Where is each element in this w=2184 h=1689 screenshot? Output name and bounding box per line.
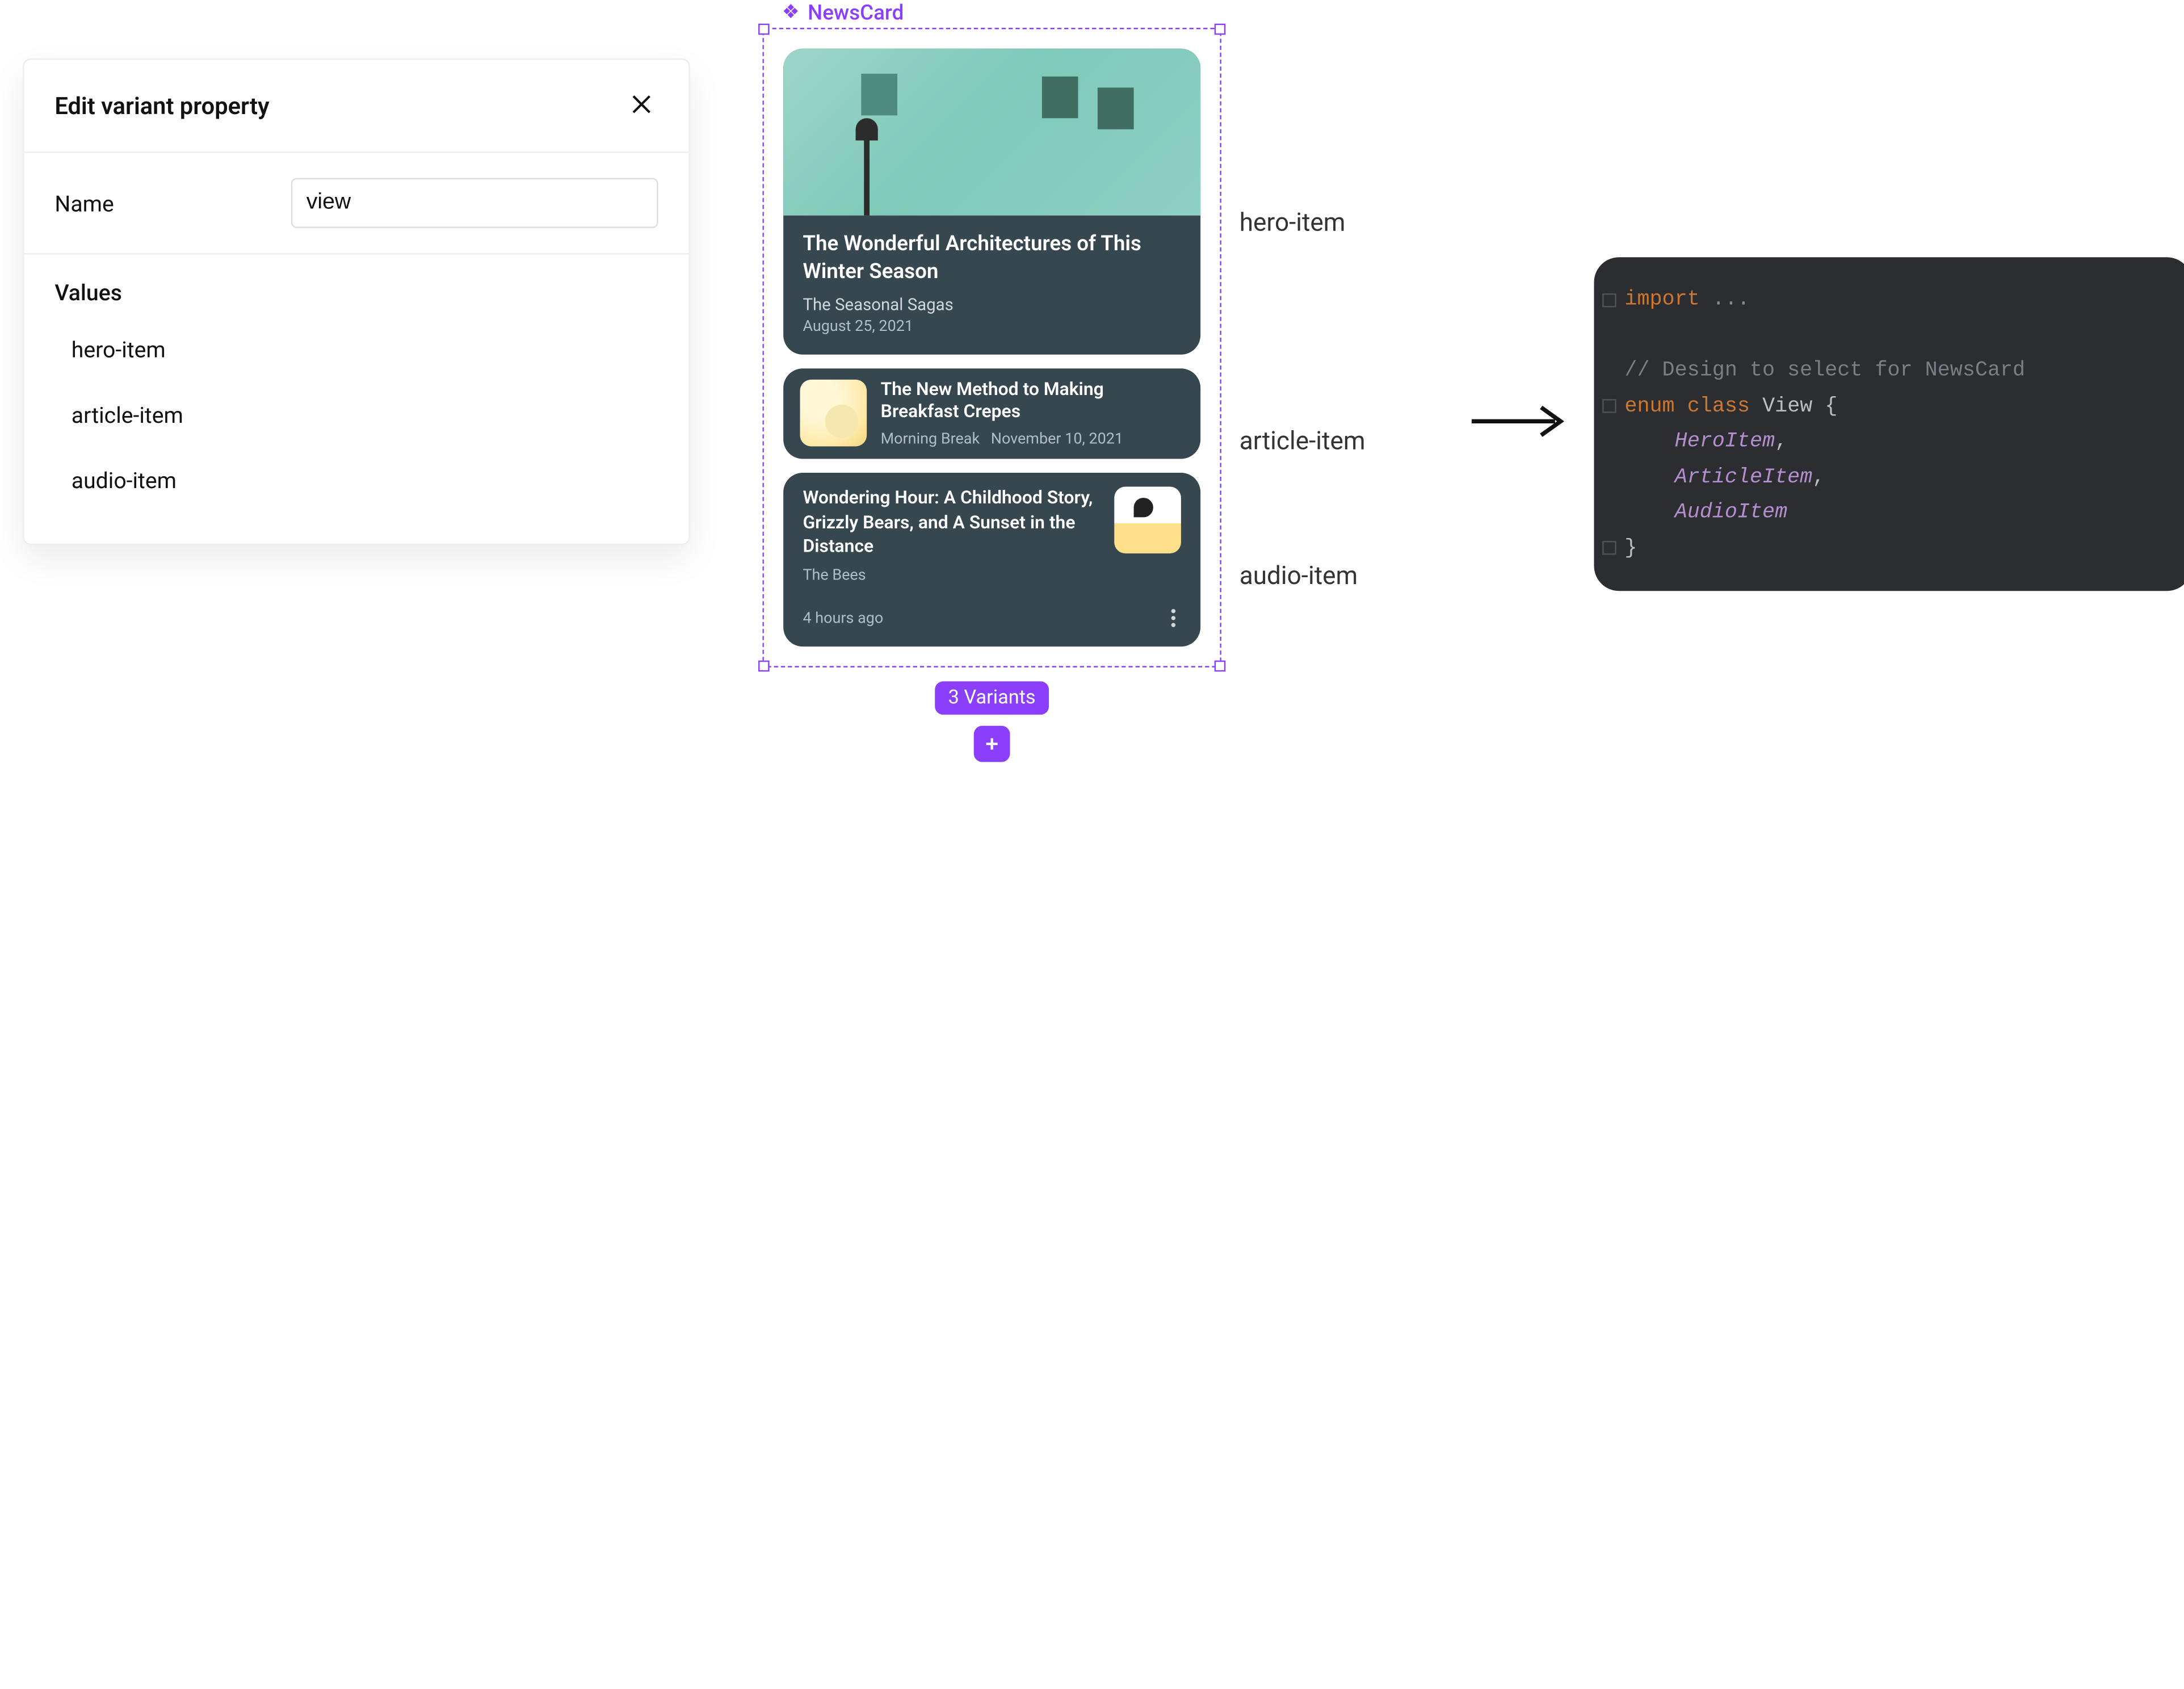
newscard-hero-variant[interactable]: The Wonderful Architectures of This Wint… [783,49,1200,354]
value-item-audio[interactable]: audio-item [72,448,658,513]
code-line-close: } [1599,531,2184,566]
hero-title: The Wonderful Architectures of This Wint… [803,229,1181,285]
value-item-hero[interactable]: hero-item [72,317,658,383]
arrow-icon [1469,402,1569,446]
audio-thumbnail [1114,487,1181,554]
code-snippet: import ... // Design to select for NewsC… [1594,257,2184,591]
code-line-enum-decl: enum class View { [1599,389,2184,424]
value-item-article[interactable]: article-item [72,383,658,448]
audio-title: Wondering Hour: A Childhood Story, Grizz… [803,487,1100,560]
panel-header: Edit variant property [24,60,688,153]
article-thumbnail [800,380,867,447]
article-title: The New Method to Making Breakfast Crepe… [881,379,1184,426]
panel-title: Edit variant property [54,93,269,121]
annotation-audio: audio-item [1240,562,1366,591]
figma-canvas: ❖ NewsCard The Wonderful Architectures o… [762,0,1221,762]
variant-count-badge[interactable]: 3 Variants [934,681,1049,715]
annotation-hero: hero-item [1240,209,1366,238]
close-icon[interactable] [625,87,658,127]
fold-gutter-icon[interactable] [1602,541,1616,556]
add-variant-button[interactable] [974,726,1010,762]
selection-frame[interactable]: The Wonderful Architectures of This Wint… [762,28,1221,667]
variant-annotations: hero-item article-item audio-item [1240,209,1366,591]
hero-date: August 25, 2021 [803,316,1181,334]
resize-handle-tr[interactable] [1215,24,1226,35]
resize-handle-tl[interactable] [758,24,770,35]
article-source: Morning Break [881,430,980,448]
name-input[interactable] [291,178,658,228]
name-label: Name [54,190,263,216]
fold-gutter-icon[interactable] [1602,400,1616,414]
annotation-article: article-item [1240,427,1366,456]
more-menu-icon[interactable] [1166,603,1181,632]
audio-top: Wondering Hour: A Childhood Story, Grizz… [803,487,1181,584]
resize-handle-bl[interactable] [758,661,770,672]
code-line-member-0: HeroItem, [1599,424,2184,459]
lamp-decoration [864,138,870,216]
edit-variant-property-panel: Edit variant property Name Values hero-i… [23,58,690,545]
fold-gutter-icon[interactable] [1602,293,1616,307]
audio-time-ago: 4 hours ago [803,609,883,627]
values-list: hero-item article-item audio-item [24,312,688,513]
name-row: Name [24,153,688,255]
code-line-member-1: ArticleItem, [1599,460,2184,495]
audio-source: The Bees [803,566,1100,584]
resize-handle-br[interactable] [1215,661,1226,672]
component-name: NewsCard [808,0,904,25]
newscard-audio-variant[interactable]: Wondering Hour: A Childhood Story, Grizz… [783,473,1200,646]
article-date: November 10, 2021 [991,430,1123,448]
code-line-blank [1599,318,2184,353]
hero-subtitle: The Seasonal Sagas [803,294,1181,313]
hero-body: The Wonderful Architectures of This Wint… [783,216,1200,354]
code-line-comment: // Design to select for NewsCard [1599,353,2184,388]
code-line-member-2: AudioItem [1599,495,2184,530]
article-meta: Morning Break November 10, 2021 [881,430,1184,448]
code-line-import: import ... [1599,282,2184,317]
values-label: Values [24,254,688,311]
audio-bottom: 4 hours ago [803,603,1181,632]
article-text: The New Method to Making Breakfast Crepe… [881,379,1184,448]
newscard-article-variant[interactable]: The New Method to Making Breakfast Crepe… [783,368,1200,459]
component-set-icon: ❖ [782,3,800,22]
component-label[interactable]: ❖ NewsCard [782,0,1221,25]
hero-image [783,49,1200,216]
